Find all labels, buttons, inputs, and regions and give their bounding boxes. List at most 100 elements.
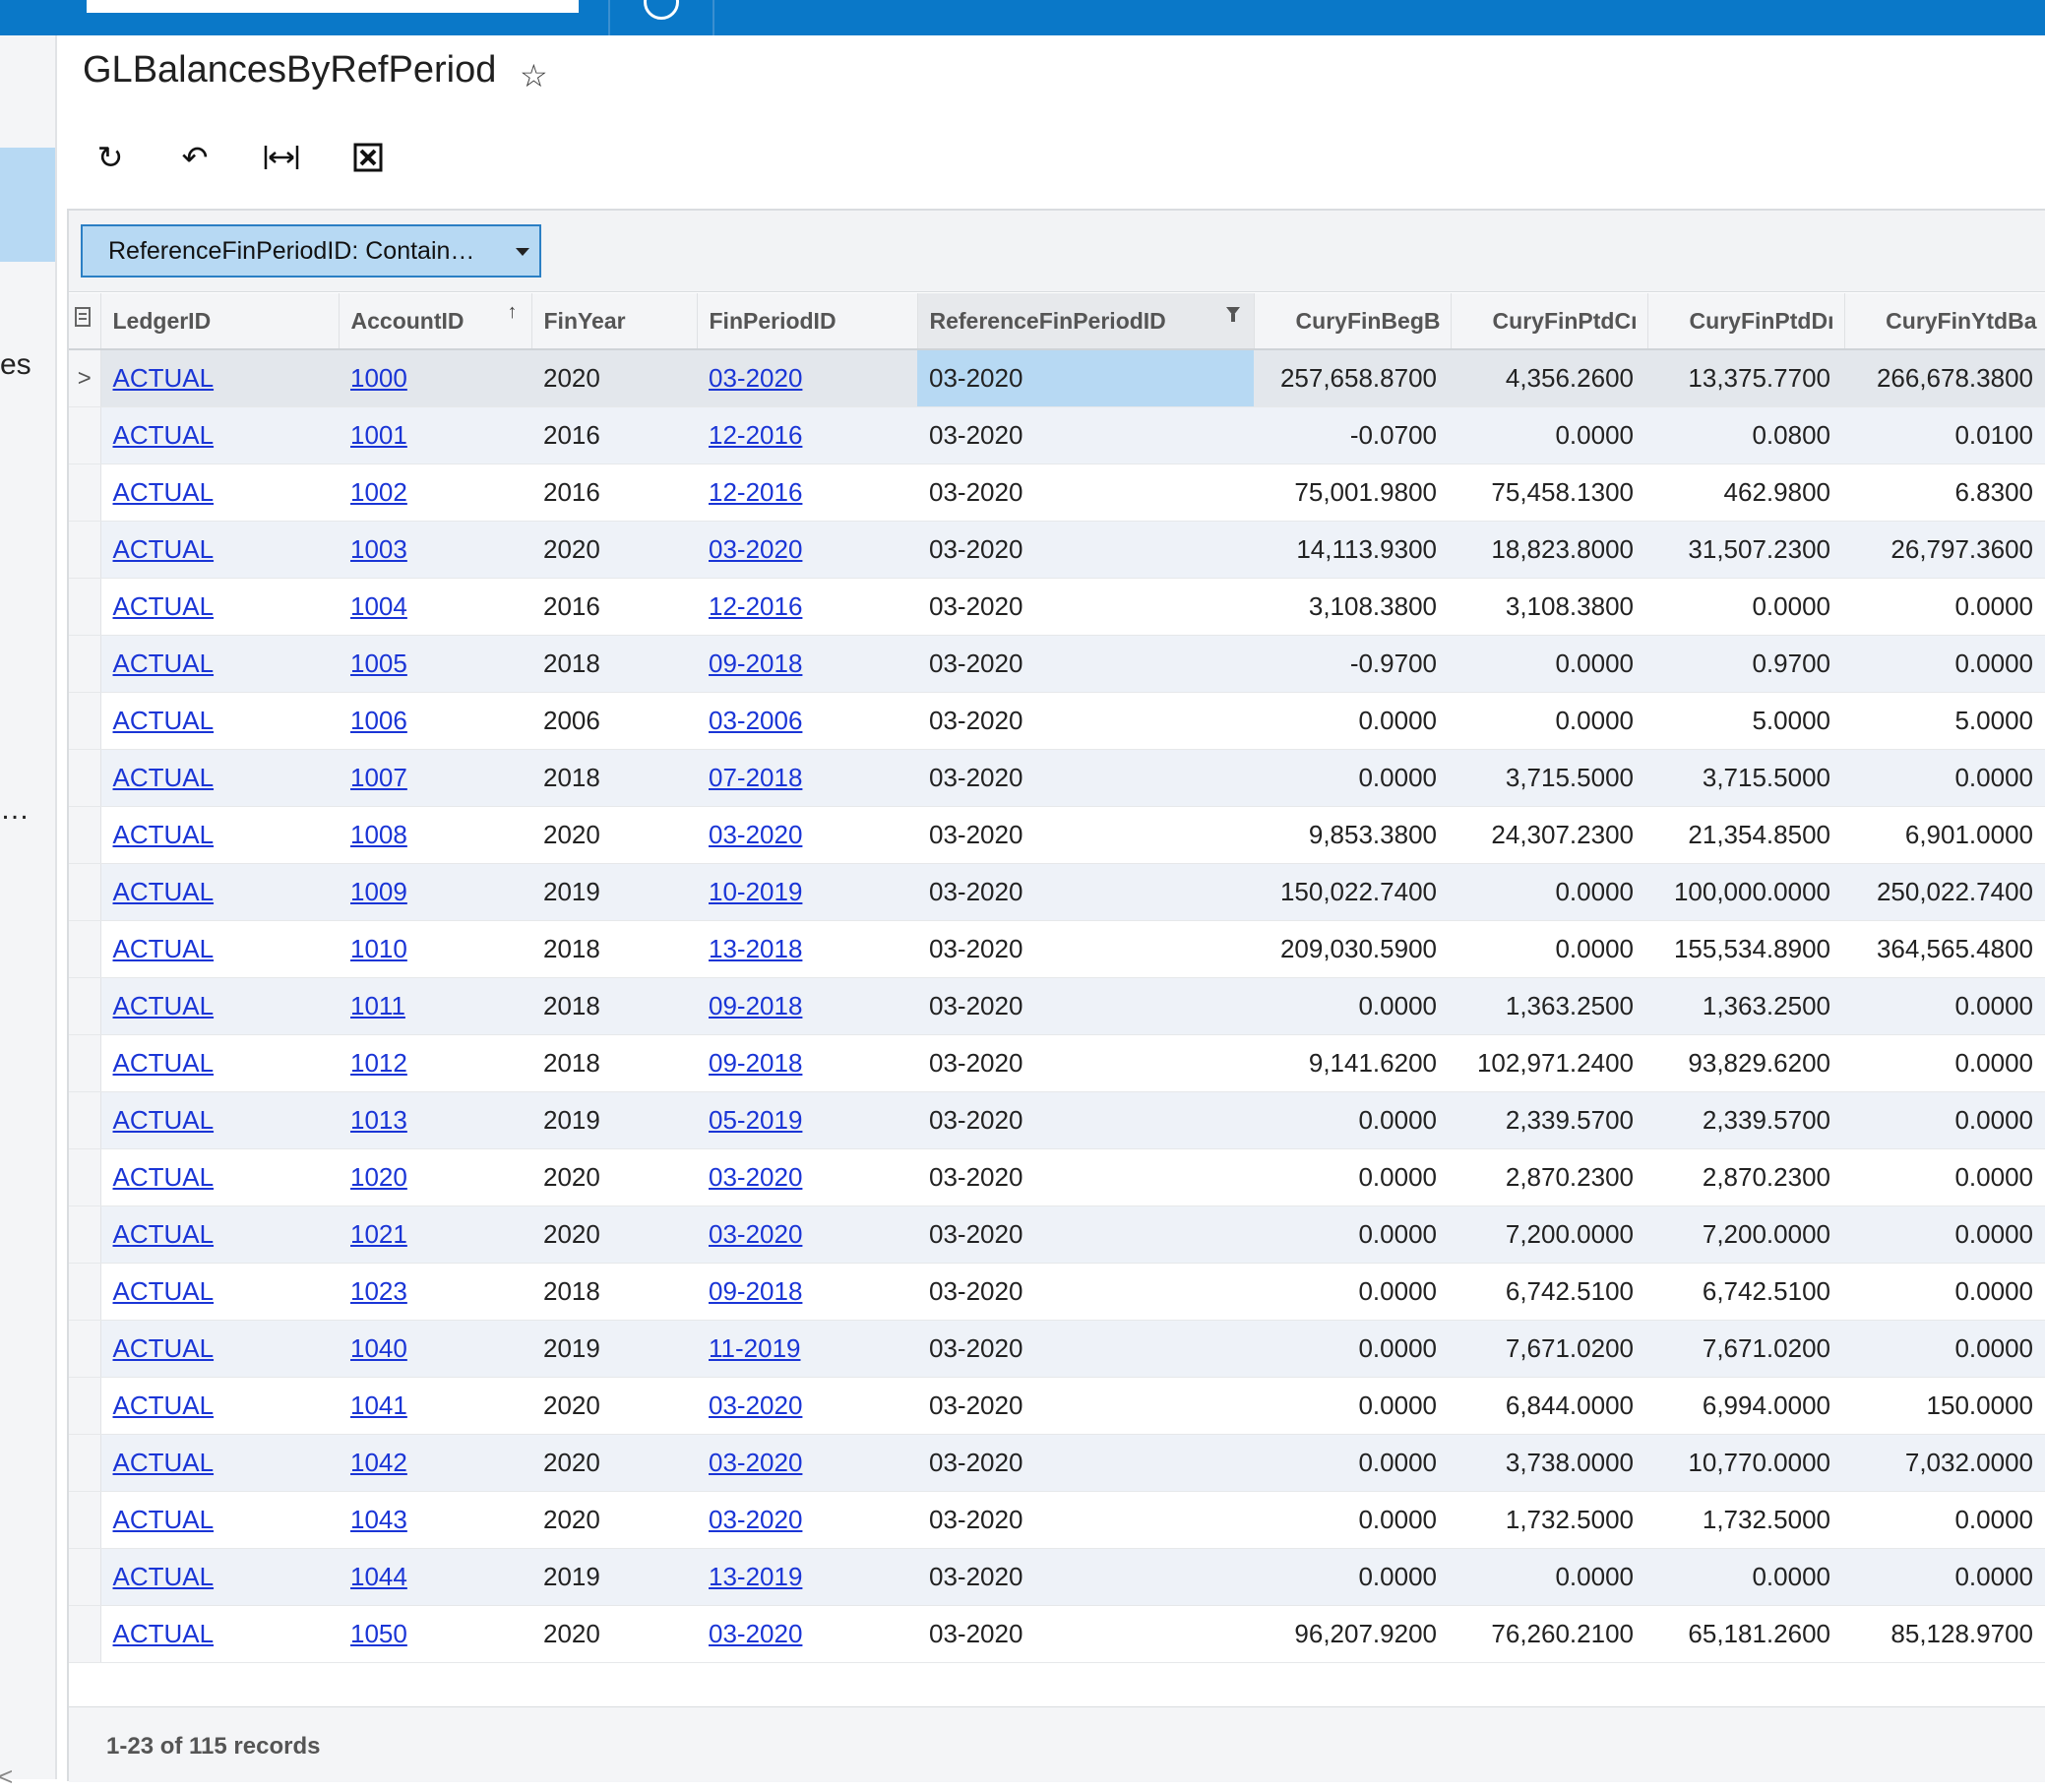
account-link[interactable]: 1010 — [350, 934, 407, 963]
ledger-link[interactable]: ACTUAL — [113, 649, 215, 678]
finperiod-link[interactable]: 03-2020 — [709, 1219, 802, 1249]
table-row[interactable]: ACTUAL 1004 2016 12-2016 03-2020 3,108.3800 3,… — [69, 578, 2045, 636]
account-link[interactable]: 1023 — [350, 1276, 407, 1306]
ledger-link[interactable]: ACTUAL — [113, 763, 215, 792]
ledger-cell[interactable]: ACTUAL — [100, 1434, 339, 1492]
finperiod-link[interactable]: 12-2016 — [709, 591, 802, 621]
table-row[interactable]: ACTUAL 1012 2018 09-2018 03-2020 9,141.6200 10… — [69, 1034, 2045, 1092]
account-link[interactable]: 1002 — [350, 477, 407, 507]
finperiod-cell[interactable]: 03-2020 — [697, 1148, 917, 1206]
finperiod-cell[interactable]: 03-2020 — [697, 521, 917, 579]
account-cell[interactable]: 1011 — [339, 977, 531, 1035]
ledger-link[interactable]: ACTUAL — [113, 1505, 215, 1534]
column-header-accountid[interactable]: AccountID ↑ — [339, 293, 532, 350]
ledger-cell[interactable]: ACTUAL — [100, 920, 339, 978]
ledger-link[interactable]: ACTUAL — [113, 934, 215, 963]
table-row[interactable]: ACTUAL 1023 2018 09-2018 03-2020 0.0000 6,742.… — [69, 1263, 2045, 1321]
sidebar-item-label[interactable]: es — [0, 348, 31, 382]
finperiod-link[interactable]: 03-2020 — [709, 1390, 802, 1420]
ledger-cell[interactable]: ACTUAL — [100, 1205, 339, 1264]
finperiod-cell[interactable]: 12-2016 — [697, 578, 917, 636]
account-link[interactable]: 1008 — [350, 820, 407, 849]
row-indicator[interactable]: > — [69, 349, 101, 407]
table-row[interactable]: ACTUAL 1043 2020 03-2020 03-2020 0.0000 1,732.… — [69, 1491, 2045, 1549]
account-cell[interactable]: 1023 — [339, 1263, 531, 1321]
ledger-cell[interactable]: ACTUAL — [100, 349, 339, 407]
ledger-cell[interactable]: ACTUAL — [100, 406, 339, 464]
row-indicator[interactable] — [69, 692, 101, 750]
finperiod-cell[interactable]: 09-2018 — [697, 977, 917, 1035]
finperiod-link[interactable]: 03-2020 — [709, 1619, 802, 1648]
ledger-cell[interactable]: ACTUAL — [100, 863, 339, 921]
account-link[interactable]: 1001 — [350, 420, 407, 450]
account-cell[interactable]: 1040 — [339, 1320, 531, 1378]
account-link[interactable]: 1050 — [350, 1619, 407, 1648]
account-cell[interactable]: 1002 — [339, 463, 531, 522]
row-indicator[interactable] — [69, 406, 101, 464]
column-header-curyfinbegbalance[interactable]: CuryFinBegB — [1254, 293, 1452, 350]
ledger-link[interactable]: ACTUAL — [113, 591, 215, 621]
account-link[interactable]: 1012 — [350, 1048, 407, 1078]
ledger-link[interactable]: ACTUAL — [113, 534, 215, 564]
table-row[interactable]: ACTUAL 1009 2019 10-2019 03-2020 150,022.7400… — [69, 863, 2045, 921]
finperiod-link[interactable]: 03-2020 — [709, 1162, 802, 1192]
ledger-cell[interactable]: ACTUAL — [100, 749, 339, 807]
account-link[interactable]: 1004 — [350, 591, 407, 621]
finperiod-cell[interactable]: 10-2019 — [697, 863, 917, 921]
ledger-cell[interactable]: ACTUAL — [100, 463, 339, 522]
table-row[interactable]: ACTUAL 1007 2018 07-2018 03-2020 0.0000 3,715.… — [69, 749, 2045, 807]
filter-dropdown[interactable]: ReferenceFinPeriodID: Contain… — [81, 224, 541, 278]
account-cell[interactable]: 1013 — [339, 1091, 531, 1149]
row-indicator[interactable] — [69, 1091, 101, 1149]
ledger-link[interactable]: ACTUAL — [113, 1276, 215, 1306]
row-indicator[interactable] — [69, 977, 101, 1035]
account-cell[interactable]: 1001 — [339, 406, 531, 464]
row-indicator[interactable] — [69, 1605, 101, 1663]
finperiod-link[interactable]: 03-2020 — [709, 1505, 802, 1534]
row-indicator[interactable] — [69, 1491, 101, 1549]
account-cell[interactable]: 1021 — [339, 1205, 531, 1264]
row-indicator[interactable] — [69, 1377, 101, 1435]
table-row[interactable]: ACTUAL 1013 2019 05-2019 03-2020 0.0000 2,339.… — [69, 1091, 2045, 1149]
column-header-curyfinptdcredit[interactable]: CuryFinPtdCı — [1451, 293, 1648, 350]
row-indicator[interactable] — [69, 578, 101, 636]
row-indicator[interactable] — [69, 863, 101, 921]
row-indicator[interactable] — [69, 1148, 101, 1206]
account-cell[interactable]: 1012 — [339, 1034, 531, 1092]
account-link[interactable]: 1020 — [350, 1162, 407, 1192]
account-cell[interactable]: 1003 — [339, 521, 531, 579]
finperiod-link[interactable]: 09-2018 — [709, 991, 802, 1020]
finperiod-cell[interactable]: 03-2020 — [697, 1605, 917, 1663]
row-indicator[interactable] — [69, 463, 101, 522]
table-row[interactable]: ACTUAL 1005 2018 09-2018 03-2020 -0.9700 0.000… — [69, 635, 2045, 693]
ledger-link[interactable]: ACTUAL — [113, 1219, 215, 1249]
ledger-link[interactable]: ACTUAL — [113, 363, 215, 393]
finperiod-cell[interactable]: 03-2020 — [697, 349, 917, 407]
ledger-cell[interactable]: ACTUAL — [100, 1491, 339, 1549]
ledger-cell[interactable]: ACTUAL — [100, 1377, 339, 1435]
ledger-link[interactable]: ACTUAL — [113, 1562, 215, 1591]
row-indicator[interactable] — [69, 1034, 101, 1092]
account-link[interactable]: 1007 — [350, 763, 407, 792]
account-link[interactable]: 1011 — [350, 991, 405, 1020]
account-link[interactable]: 1040 — [350, 1333, 407, 1363]
table-row[interactable]: ACTUAL 1011 2018 09-2018 03-2020 0.0000 1,363.… — [69, 977, 2045, 1035]
ledger-link[interactable]: ACTUAL — [113, 820, 215, 849]
ledger-cell[interactable]: ACTUAL — [100, 1148, 339, 1206]
finperiod-cell[interactable]: 13-2019 — [697, 1548, 917, 1606]
row-indicator[interactable] — [69, 1548, 101, 1606]
ledger-link[interactable]: ACTUAL — [113, 991, 215, 1020]
account-cell[interactable]: 1000 — [339, 349, 531, 407]
account-cell[interactable]: 1006 — [339, 692, 531, 750]
ledger-link[interactable]: ACTUAL — [113, 1105, 215, 1135]
account-link[interactable]: 1000 — [350, 363, 407, 393]
column-header-curyfinptddebit[interactable]: CuryFinPtdDı — [1647, 293, 1845, 350]
row-indicator[interactable] — [69, 1434, 101, 1492]
sidebar-item-label[interactable]: … — [0, 793, 30, 827]
table-row[interactable]: ACTUAL 1021 2020 03-2020 03-2020 0.0000 7,200.… — [69, 1205, 2045, 1264]
finperiod-cell[interactable]: 05-2019 — [697, 1091, 917, 1149]
table-row[interactable]: ACTUAL 1003 2020 03-2020 03-2020 14,113.9300 1… — [69, 521, 2045, 579]
finperiod-link[interactable]: 10-2019 — [709, 877, 802, 906]
finperiod-cell[interactable]: 03-2020 — [697, 1205, 917, 1264]
account-link[interactable]: 1044 — [350, 1562, 407, 1591]
